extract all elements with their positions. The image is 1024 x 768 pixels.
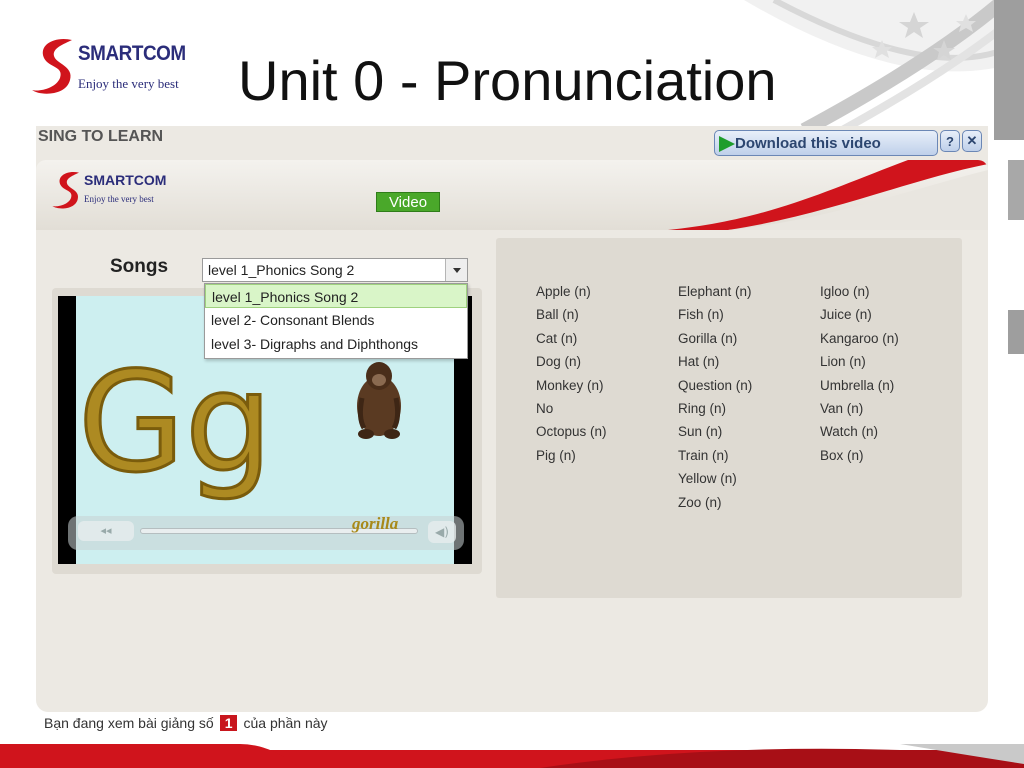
word-item: Monkey (n): [536, 377, 604, 393]
side-tab-decoration: [1008, 310, 1024, 354]
word-item: Pig (n): [536, 447, 576, 463]
download-video-label: Download this video: [735, 134, 881, 152]
word-item: Igloo (n): [820, 284, 870, 299]
player-banner: SMARTCOM Enjoy the very best Video: [36, 160, 988, 230]
lesson-footer: Bạn đang xem bài giảng số 1 của phần này: [44, 715, 328, 731]
word-column-2: Elephant (n) Fish (n) Gorilla (n) Hat (n…: [678, 284, 752, 518]
close-button[interactable]: ✕: [962, 130, 982, 152]
banner-brand-name: SMARTCOM: [84, 172, 167, 188]
smartcom-s-icon: [52, 171, 79, 209]
download-video-button[interactable]: Download this video: [714, 130, 938, 156]
word-item: Sun (n): [678, 424, 723, 440]
rewind-button[interactable]: ◂◂: [78, 521, 134, 541]
word-item: No: [536, 400, 554, 416]
video-caption: gorilla: [352, 514, 399, 533]
word-item: Dog (n): [536, 354, 582, 370]
tab-video[interactable]: Video: [376, 192, 440, 212]
word-item: Fish (n): [678, 307, 724, 323]
word-item: Kangaroo (n): [820, 330, 899, 346]
word-item: Box (n): [820, 447, 864, 463]
play-icon: [719, 136, 735, 152]
word-item: Octopus (n): [536, 424, 607, 440]
word-item: Ball (n): [536, 307, 579, 323]
gorilla-image: [357, 362, 401, 439]
lesson-number-badge[interactable]: 1: [219, 715, 238, 731]
word-item: Zoo (n): [678, 494, 722, 510]
word-item: Van (n): [820, 400, 864, 416]
songs-option[interactable]: level 3- Digraphs and Diphthongs: [205, 332, 467, 356]
section-title: SING TO LEARN: [38, 128, 164, 145]
word-column-1: Apple (n) Ball (n) Cat (n) Dog (n) Monke…: [536, 284, 607, 471]
footer-text-before: Bạn đang xem bài giảng số: [44, 715, 214, 731]
video-letter: Gg: [77, 342, 275, 503]
chevron-down-icon[interactable]: [445, 259, 467, 281]
help-button[interactable]: ?: [940, 130, 960, 152]
word-column-3: Igloo (n) Juice (n) Kangaroo (n) Lion (n…: [820, 284, 899, 471]
word-item: Gorilla (n): [678, 330, 738, 346]
word-item: Hat (n): [678, 354, 720, 370]
footer-text-after: của phần này: [243, 715, 328, 731]
smartcom-s-icon: [32, 38, 72, 94]
banner-brand-logo: SMARTCOM Enjoy the very best: [50, 168, 200, 214]
bottom-decoration: [0, 744, 1024, 768]
video-player-window: SING TO LEARN Download this video ? ✕ SM…: [36, 126, 988, 712]
brand-tagline: Enjoy the very best: [78, 76, 179, 91]
word-item: Yellow (n): [678, 471, 737, 487]
songs-select[interactable]: level 1_Phonics Song 2: [202, 258, 468, 282]
word-item: Juice (n): [820, 307, 872, 323]
brand-name: SMARTCOM: [78, 42, 186, 65]
songs-dropdown-list: level 1_Phonics Song 2 level 2- Consonan…: [204, 283, 468, 359]
brand-logo: SMARTCOM Enjoy the very best: [30, 36, 200, 98]
word-list-panel: Apple (n) Ball (n) Cat (n) Dog (n) Monke…: [496, 238, 962, 598]
songs-selected-value: level 1_Phonics Song 2: [208, 262, 355, 278]
word-item: Train (n): [678, 447, 729, 463]
word-item: Ring (n): [678, 400, 727, 416]
word-item: Apple (n): [536, 284, 591, 299]
songs-option[interactable]: level 1_Phonics Song 2: [205, 284, 467, 308]
volume-button[interactable]: ◀): [428, 521, 456, 543]
word-item: Lion (n): [820, 354, 866, 370]
word-item: Watch (n): [820, 424, 879, 440]
word-item: Umbrella (n): [820, 377, 895, 393]
slide-title: Unit 0 - Pronunciation: [238, 49, 777, 112]
side-tab-decoration: [1008, 160, 1024, 220]
word-item: Cat (n): [536, 330, 578, 346]
songs-label: Songs: [110, 256, 169, 277]
red-swoosh-decoration: [668, 160, 988, 230]
word-item: Question (n): [678, 377, 753, 393]
songs-option[interactable]: level 2- Consonant Blends: [205, 308, 467, 332]
banner-brand-tagline: Enjoy the very best: [84, 194, 154, 204]
word-item: Elephant (n): [678, 284, 752, 299]
